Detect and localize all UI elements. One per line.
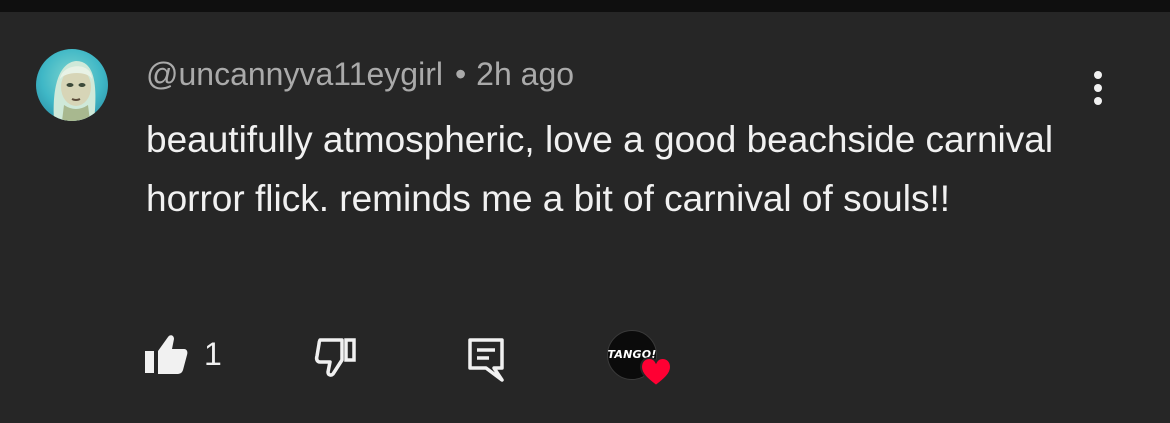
avatar-image [36, 49, 108, 121]
like-count: 1 [204, 335, 222, 372]
comment-author[interactable]: @uncannyva11eygirl [146, 56, 443, 92]
more-vertical-icon-dot [1094, 97, 1102, 105]
reply-comment-icon [468, 338, 504, 382]
dislike-button[interactable] [312, 332, 360, 380]
comment-time[interactable]: 2h ago [476, 56, 574, 92]
user-avatar[interactable] [36, 49, 108, 121]
comment-meta: @uncannyva11eygirl • 2h ago [146, 54, 574, 94]
comment-actions: 1 TANGO! [0, 324, 1170, 388]
creator-heart-badge: TANGO! [607, 330, 673, 392]
heart-icon [639, 356, 673, 388]
thumbs-down-icon [314, 338, 356, 377]
top-divider-bar [0, 0, 1170, 12]
comment-item: @uncannyva11eygirl • 2h ago beautifully at… [0, 12, 1170, 423]
like-button[interactable]: 1 [144, 324, 222, 384]
meta-separator: • [454, 56, 467, 92]
comment-text: beautifully atmospheric, love a good bea… [146, 119, 1054, 219]
more-vertical-icon-dot [1094, 71, 1102, 79]
more-vertical-icon-dot [1094, 84, 1102, 92]
reply-button[interactable] [462, 332, 510, 384]
more-options-button[interactable] [1081, 64, 1115, 112]
thumbs-up-icon [145, 335, 188, 374]
